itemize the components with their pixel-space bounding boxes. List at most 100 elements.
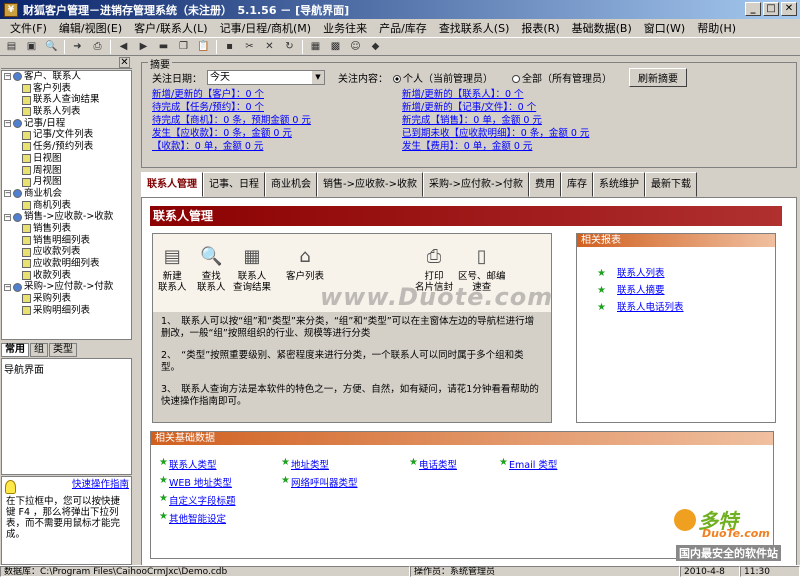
base-data-link[interactable]: ★ Email 类型 [499,457,557,471]
radio-personal[interactable]: 个人（当前管理员） [393,70,493,85]
base-data-link[interactable]: ★ 电话类型 [409,457,457,471]
menu-item[interactable]: 记事/日程/商机(M) [214,20,318,36]
menu-item[interactable]: 编辑/视图(E) [53,20,128,36]
base-data-link[interactable]: ★ 地址类型 [281,457,329,471]
report-link[interactable]: ★ 联系人摘要 [597,282,775,299]
copy-icon[interactable]: ❐ [176,40,191,53]
menu-item[interactable]: 业务往来 [317,20,373,36]
tree-item[interactable]: 客户列表 [2,83,131,95]
radio-all[interactable]: 全部（所有管理员） [512,70,612,85]
tree-item[interactable]: 记事/文件列表 [2,129,131,141]
tab[interactable]: 费用 [528,172,561,197]
menu-item[interactable]: 窗口(W) [638,20,691,36]
tree-item[interactable]: 采购列表 [2,293,131,305]
summary-link[interactable]: 新完成【销售】：0 单，金额 0 元 [402,114,652,127]
tab[interactable]: 采购->应付款->付款 [422,172,529,197]
close-pane-icon[interactable]: ✕ [119,57,130,68]
tree-item[interactable]: 商机列表 [2,200,131,212]
maximize-button[interactable]: □ [763,2,779,16]
tree-item[interactable]: 采购明细列表 [2,305,131,317]
paste-icon[interactable]: 📋 [196,40,211,53]
tree-item[interactable]: 联系人查询结果 [2,94,131,106]
tab[interactable]: 联系人管理 [141,172,203,197]
expand-icon[interactable]: − [4,73,11,81]
menu-item[interactable]: 帮助(H) [691,20,742,36]
menu-item[interactable]: 查找联系人(S) [433,20,516,36]
summary-link[interactable]: 新增/更新的【客户】：0 个 [152,88,402,101]
tab[interactable]: 记事、日程 [203,172,265,197]
report-link[interactable]: ★ 联系人列表 [597,265,775,282]
delete-icon[interactable]: ✕ [262,40,277,53]
tree-item[interactable]: 任务/预约列表 [2,141,131,153]
quick-button[interactable]: ▦ 联系人 查询结果 [233,246,271,293]
tree-item[interactable]: 周视图 [2,165,131,177]
base-data-link[interactable]: ★ 联系人类型 [159,457,217,471]
tree-group[interactable]: − 客户、联系人 [2,71,131,83]
forward-icon[interactable]: ➜ [70,40,85,53]
next-icon[interactable]: ▶ [136,40,151,53]
summary-link[interactable]: 已到期未收【应收款明细】：0 条，金额 0 元 [402,127,652,140]
cut-icon[interactable]: ✂ [242,40,257,53]
summary-link[interactable]: 发生【费用】：0 单，金额 0 元 [402,140,652,153]
tree-item[interactable]: 销售明细列表 [2,235,131,247]
window-icon[interactable]: ▣ [24,40,39,53]
save-icon[interactable]: ▪ [222,40,237,53]
menu-item[interactable]: 客户/联系人(L) [128,20,213,36]
quick-button[interactable]: ▤ 新建 联系人 [158,246,187,293]
tree-item[interactable]: 应收款明细列表 [2,258,131,270]
print-icon[interactable]: ⎙ [90,40,105,53]
quick-guide-link[interactable]: 快速操作指南 [4,479,129,490]
tab[interactable]: 系统维护 [592,172,645,197]
search-icon[interactable]: 🔍 [44,40,59,53]
tree-group[interactable]: − 销售->应收款->收款 [2,211,131,223]
left-tab[interactable]: 类型 [49,343,77,357]
back-icon[interactable]: ◀ [116,40,131,53]
base-data-link[interactable]: ★ 网络呼叫器类型 [281,475,358,489]
tree-item[interactable]: 收款列表 [2,270,131,282]
summary-link[interactable]: 待完成【任务/预约】：0 个 [152,101,402,114]
menu-item[interactable]: 基础数据(B) [566,20,638,36]
tab[interactable]: 销售->应收款->收款 [317,172,423,197]
tab[interactable]: 最新下载 [644,172,697,197]
menu-item[interactable]: 文件(F) [4,20,53,36]
base-data-link[interactable]: ★ 其他智能设定 [159,511,226,525]
summary-link[interactable]: 待完成【商机】：0 条，预期金额 0 元 [152,114,402,127]
menu-item[interactable]: 产品/库存 [373,20,433,36]
summary-link[interactable]: 新增/更新的【记事/文件】：0 个 [402,101,652,114]
expand-icon[interactable]: − [4,190,11,198]
tree-group[interactable]: − 商业机会 [2,188,131,200]
address-book-icon[interactable]: ▦ [308,40,323,53]
refresh-icon[interactable]: ↻ [282,40,297,53]
close-button[interactable]: ✕ [781,2,797,16]
tree-item[interactable]: 日视图 [2,153,131,165]
folder-icon[interactable]: ▬ [156,40,171,53]
tree-item[interactable]: 月视图 [2,176,131,188]
tree-item[interactable]: 应收款列表 [2,246,131,258]
tree-item[interactable]: 销售列表 [2,223,131,235]
base-data-link[interactable]: ★ 自定义字段标题 [159,493,236,507]
expand-icon[interactable]: − [4,283,11,291]
summary-link[interactable]: 发生【应收款】：0 条，金额 0 元 [152,127,402,140]
tree-item[interactable]: 联系人列表 [2,106,131,118]
user-icon[interactable]: ☺ [348,40,363,53]
summary-link[interactable]: 【收款】：0 单，金额 0 元 [152,140,402,153]
tree-group[interactable]: − 采购->应付款->付款 [2,281,131,293]
tab[interactable]: 商业机会 [265,172,317,197]
tree-group[interactable]: − 记事/日程 [2,118,131,130]
report-icon[interactable]: ▩ [328,40,343,53]
layout-icon[interactable]: ▤ [4,40,19,53]
base-data-link[interactable]: ★ WEB 地址类型 [159,475,232,489]
summary-link[interactable]: 新增/更新的【联系人】：0 个 [402,88,652,101]
left-tab[interactable]: 常用 [1,343,29,357]
left-tab[interactable]: 组 [30,343,48,357]
refresh-summary-button[interactable]: 刷新摘要 [629,67,687,87]
date-select[interactable]: 今天 [207,69,325,85]
minimize-button[interactable]: _ [745,2,761,16]
expand-icon[interactable]: − [4,213,11,221]
expand-icon[interactable]: − [4,120,11,128]
tab[interactable]: 库存 [560,172,593,197]
report-link[interactable]: ★ 联系人电话列表 [597,299,775,316]
menu-item[interactable]: 报表(R) [515,20,565,36]
quick-button[interactable]: 🔍 查找 联系人 [197,246,226,293]
diamond-icon[interactable]: ◆ [368,40,383,53]
